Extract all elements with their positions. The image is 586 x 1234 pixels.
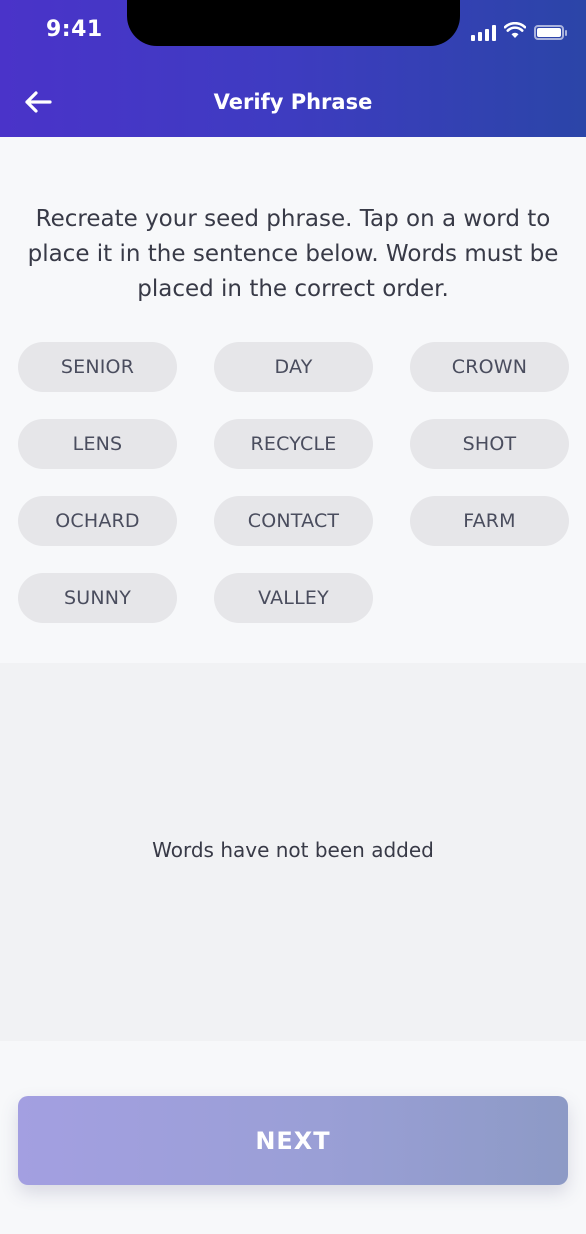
battery-icon — [534, 25, 567, 40]
word-chip[interactable]: OCHARD — [18, 496, 177, 546]
empty-state-text: Words have not been added — [152, 838, 434, 862]
cellular-signal-icon — [471, 24, 496, 41]
word-chip[interactable]: SUNNY — [18, 573, 177, 623]
word-bank: SENIOR DAY CROWN LENS RECYCLE SHOT OCHAR… — [18, 342, 569, 623]
device-notch — [127, 0, 460, 46]
word-chip[interactable]: DAY — [214, 342, 373, 392]
status-icons — [471, 21, 567, 43]
word-chip[interactable]: LENS — [18, 419, 177, 469]
word-chip[interactable]: SHOT — [410, 419, 569, 469]
word-chip[interactable]: VALLEY — [214, 573, 373, 623]
word-chip[interactable]: RECYCLE — [214, 419, 373, 469]
page-title: Verify Phrase — [213, 90, 373, 114]
status-time: 9:41 — [46, 17, 103, 42]
next-button[interactable]: NEXT — [18, 1096, 568, 1185]
header: 9:41 Verify Phrase — [0, 0, 586, 137]
word-chip[interactable]: SENIOR — [18, 342, 177, 392]
word-chip[interactable]: CROWN — [410, 342, 569, 392]
wifi-icon — [503, 21, 527, 43]
word-chip[interactable]: FARM — [410, 496, 569, 546]
instructions-text: Recreate your seed phrase. Tap on a word… — [27, 206, 559, 302]
word-chip[interactable]: CONTACT — [214, 496, 373, 546]
